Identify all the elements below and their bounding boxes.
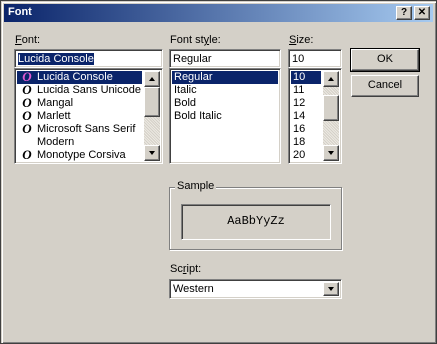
script-dropdown-button[interactable]: [323, 282, 339, 296]
close-button[interactable]: ✕: [414, 6, 430, 20]
list-item[interactable]: 10: [291, 71, 321, 84]
list-item-label: 10: [293, 71, 306, 83]
size-input-value: 10: [292, 53, 305, 65]
window-title: Font: [8, 6, 32, 18]
list-item-label: 12: [293, 97, 306, 109]
sample-label: Sample: [175, 180, 217, 192]
size-input[interactable]: 10: [288, 49, 342, 68]
list-item[interactable]: Bold Italic: [172, 110, 278, 123]
opentype-icon: O: [22, 147, 32, 162]
font-list-scrollbar[interactable]: [144, 71, 160, 161]
scroll-thumb[interactable]: [323, 95, 339, 121]
list-item[interactable]: O Microsoft Sans Serif: [17, 121, 142, 136]
list-item[interactable]: 18: [291, 136, 321, 149]
scroll-thumb[interactable]: [144, 87, 160, 117]
list-item-label: 16: [293, 123, 306, 135]
chevron-down-icon: [328, 151, 334, 155]
font-dialog: Font ? ✕ Font: Lucida Console O Lucida Co…: [0, 0, 437, 344]
title-bar[interactable]: Font ? ✕: [4, 4, 433, 22]
list-item[interactable]: Bold: [172, 97, 278, 110]
list-item-label: Bold: [174, 97, 197, 109]
list-item[interactable]: O Lucida Sans Unicode: [17, 83, 142, 97]
list-item[interactable]: O Monotype Corsiva: [17, 147, 142, 162]
list-item-label: Modern: [37, 136, 75, 148]
list-item[interactable]: 11: [291, 84, 321, 97]
list-item-label: Marlett: [37, 110, 71, 122]
chevron-down-icon: [328, 287, 334, 291]
list-item[interactable]: Regular: [172, 71, 278, 84]
scroll-down-button[interactable]: [144, 145, 160, 161]
list-item-label: Bold Italic: [174, 110, 222, 122]
list-item[interactable]: 16: [291, 123, 321, 136]
list-item[interactable]: 14: [291, 110, 321, 123]
script-select-value: Western: [173, 283, 214, 295]
font-style-input[interactable]: Regular: [169, 49, 281, 68]
scroll-up-button[interactable]: [323, 71, 339, 87]
list-item-label: Regular: [174, 71, 213, 83]
list-item[interactable]: Italic: [172, 84, 278, 97]
list-item[interactable]: 20: [291, 149, 321, 162]
list-item-label: Microsoft Sans Serif: [37, 123, 136, 135]
list-item[interactable]: 12: [291, 97, 321, 110]
font-style-list[interactable]: Regular Italic Bold Bold Italic: [169, 68, 281, 164]
list-item-label: Mangal: [37, 97, 74, 109]
scroll-down-button[interactable]: [323, 145, 339, 161]
scroll-up-button[interactable]: [144, 71, 160, 87]
list-item[interactable]: Modern: [17, 136, 142, 149]
list-item[interactable]: O Mangal: [17, 96, 142, 110]
cancel-button[interactable]: Cancel: [351, 75, 419, 97]
font-label: Font:: [15, 34, 41, 46]
script-label: Script:: [170, 263, 202, 275]
font-list[interactable]: O Lucida Console O Lucida Sans Unicode O Mang…: [14, 68, 163, 164]
script-select[interactable]: Western: [169, 279, 342, 299]
font-input[interactable]: Lucida Console: [14, 49, 163, 68]
list-item-label: Lucida Console: [37, 71, 113, 83]
list-item-label: 11: [293, 84, 305, 96]
list-item[interactable]: O Marlett: [17, 109, 142, 123]
size-list-scrollbar[interactable]: [323, 71, 339, 161]
chevron-up-icon: [149, 77, 155, 81]
list-item-label: 14: [293, 110, 306, 122]
font-style-input-value: Regular: [173, 53, 212, 65]
list-item-label: Italic: [174, 84, 197, 96]
list-item-label: 20: [293, 149, 306, 161]
size-label: Size:: [289, 34, 314, 46]
font-input-value: Lucida Console: [18, 53, 94, 65]
list-item[interactable]: O Lucida Console: [17, 70, 142, 84]
ok-button[interactable]: OK: [350, 48, 420, 72]
list-item-label: 18: [293, 136, 306, 148]
font-style-label: Font style:: [170, 34, 221, 46]
size-list[interactable]: 10 11 12 14 16 18 20: [288, 68, 342, 164]
chevron-down-icon: [149, 151, 155, 155]
sample-preview: AaBbYyZz: [181, 204, 331, 240]
list-item-label: Monotype Corsiva: [37, 149, 126, 161]
list-item-label: Lucida Sans Unicode: [37, 84, 141, 96]
help-button[interactable]: ?: [396, 6, 412, 20]
chevron-up-icon: [328, 77, 334, 81]
opentype-icon: O: [22, 121, 32, 136]
